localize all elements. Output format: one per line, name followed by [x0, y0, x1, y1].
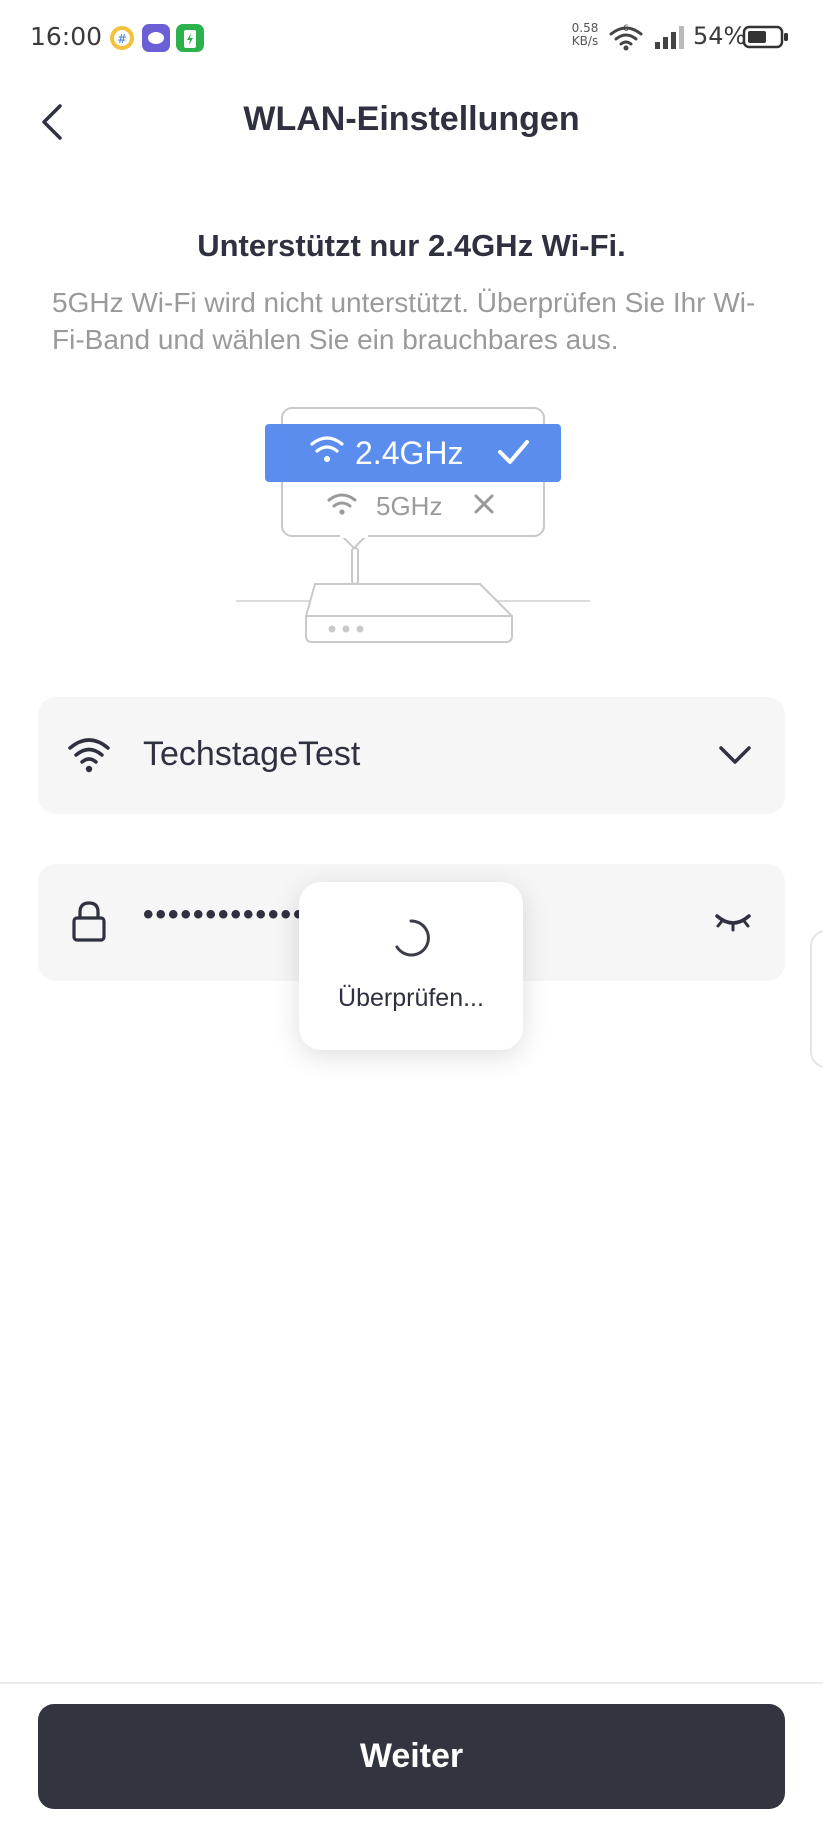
band-description: 5GHz Wi-Fi wird nicht unterstützt. Überp… [52, 287, 756, 355]
ssid-select[interactable]: TechstageTest [38, 697, 785, 814]
router-band-illustration: 2.4GHz 5GHz [230, 400, 600, 650]
signal-strength-icon [654, 24, 688, 50]
battery-saver-app-icon [176, 24, 204, 52]
vpn-app-icon: # [108, 24, 136, 52]
loading-dialog: Überprüfen... [299, 882, 523, 1050]
svg-text:#: # [117, 32, 127, 46]
network-speed-unit: KB/s [571, 34, 599, 48]
wifi-badge: 6 [623, 24, 629, 34]
band-unsupported-label: 5GHz [376, 491, 442, 521]
status-bar: 16:00 # 0.58 KB/s 6 54% [0, 0, 823, 76]
wifi-status-icon: 6 [608, 22, 644, 52]
messenger-app-icon [142, 24, 170, 52]
eye-closed-icon[interactable] [713, 904, 753, 940]
page-title: WLAN-Einstellungen [243, 100, 580, 138]
band-headline: Unterstützt nur 2.4GHz Wi-Fi. [197, 228, 626, 263]
ssid-value: TechstageTest [143, 735, 361, 773]
battery-icon [742, 24, 790, 50]
loading-text: Überprüfen... [338, 984, 484, 1012]
battery-percent: 54% [693, 22, 747, 50]
chevron-down-icon[interactable] [715, 737, 755, 773]
side-panel-handle[interactable] [810, 930, 823, 1068]
status-time: 16:00 [30, 22, 103, 51]
wifi-icon [66, 731, 112, 777]
band-supported-label: 2.4GHz [355, 435, 463, 471]
bottom-divider [0, 1682, 823, 1684]
lock-icon [66, 898, 112, 944]
network-speed: 0.58 KB/s [565, 22, 605, 48]
password-masked-value: ••••••••••••• [143, 898, 306, 931]
loading-spinner-icon [389, 916, 433, 960]
next-button[interactable]: Weiter [38, 1704, 785, 1809]
